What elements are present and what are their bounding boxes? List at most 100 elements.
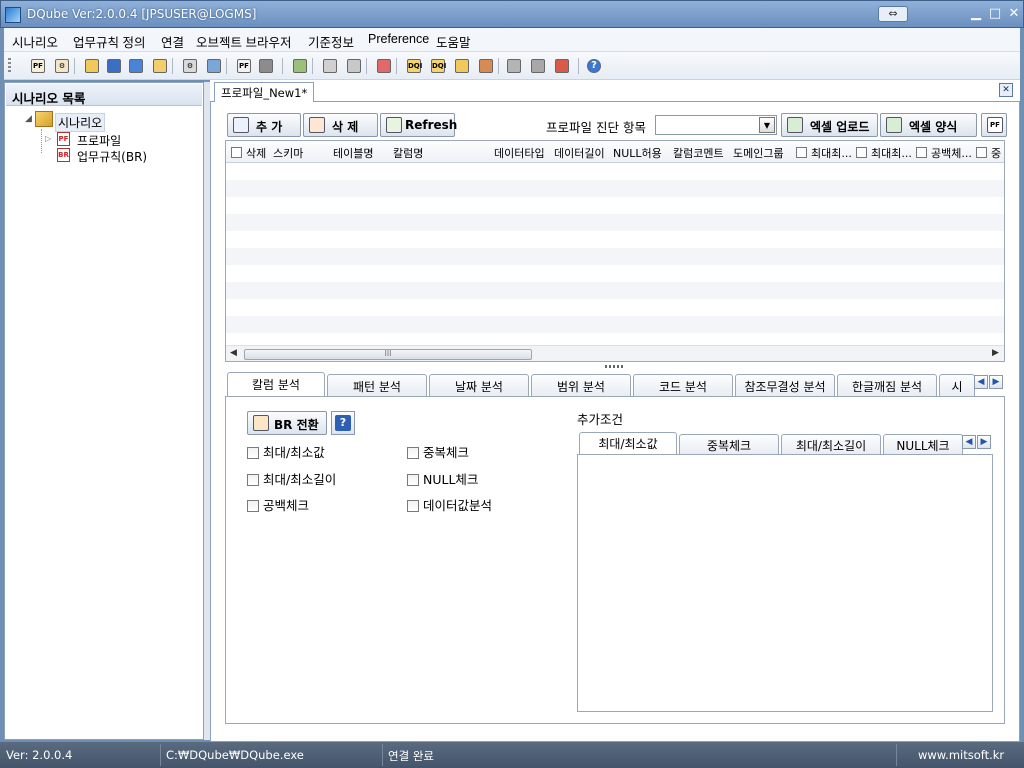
check-blank[interactable]: 공백체크: [247, 495, 309, 514]
close-tab-icon[interactable]: ✕: [999, 83, 1013, 97]
tab-more[interactable]: 시: [939, 374, 975, 396]
diagnosis-item-select[interactable]: ▼: [655, 115, 777, 135]
database-button[interactable]: [552, 56, 572, 76]
save-button[interactable]: [104, 56, 124, 76]
maxmin-length-checkbox[interactable]: [856, 147, 867, 158]
tab-date-analysis[interactable]: 날짜 분석: [429, 374, 529, 396]
gear-button[interactable]: ⚙: [180, 56, 200, 76]
grid-column-domain-group[interactable]: 도메인그룹: [733, 145, 784, 161]
tab-pattern-analysis[interactable]: 패턴 분석: [327, 374, 427, 396]
folder-button[interactable]: [150, 56, 170, 76]
link-disabled-button[interactable]: [320, 56, 340, 76]
delete-button[interactable]: 삭 제: [303, 113, 378, 137]
scroll-left-icon[interactable]: ◀: [230, 348, 237, 358]
maxmin-value-checkbox[interactable]: [796, 147, 807, 158]
window-button[interactable]: [452, 56, 472, 76]
grid-column-duplicate[interactable]: 중: [976, 145, 1001, 161]
blank-check-checkbox[interactable]: [916, 147, 927, 158]
document-tab-profile-new1[interactable]: 프로파일_New1*: [214, 82, 315, 102]
tab-hangul-broken[interactable]: 한글깨짐 분석: [837, 374, 937, 396]
maximize-button[interactable]: □: [986, 5, 1004, 23]
tab-scroll-right-icon[interactable]: ▶: [989, 375, 1003, 389]
chevron-down-icon[interactable]: ▼: [759, 117, 775, 133]
menu-object-browser[interactable]: 오브젝트 브라우저: [196, 32, 291, 51]
grid-button[interactable]: [256, 56, 276, 76]
profile-setting-button[interactable]: ⚙: [52, 56, 72, 76]
menu-connect[interactable]: 연결: [161, 32, 184, 51]
help-button[interactable]: ?: [331, 411, 355, 435]
hammer-button[interactable]: [528, 56, 548, 76]
tree-button[interactable]: [290, 56, 310, 76]
grid-column-table[interactable]: 테이블명: [333, 145, 373, 161]
menu-scenario[interactable]: 시나리오: [12, 32, 58, 51]
table-button[interactable]: [476, 56, 496, 76]
grid-column-blank-check[interactable]: 공백체...: [916, 145, 972, 161]
refresh-button[interactable]: Refresh: [380, 113, 457, 137]
tab-code-analysis[interactable]: 코드 분석: [633, 374, 733, 396]
grid-column-column[interactable]: 칼럼명: [393, 145, 423, 161]
tree-collapse-icon[interactable]: ▷: [45, 134, 51, 143]
restore-layout-button[interactable]: ⇔: [878, 6, 908, 22]
menu-help[interactable]: 도움말: [436, 32, 471, 51]
close-button[interactable]: ✕: [1005, 5, 1023, 23]
copy-button[interactable]: [126, 56, 146, 76]
check-null[interactable]: NULL체크: [407, 469, 478, 488]
help-button[interactable]: ?: [584, 56, 604, 76]
checkbox[interactable]: [407, 500, 419, 512]
checkbox[interactable]: [247, 500, 259, 512]
checkbox[interactable]: [407, 474, 419, 486]
subtab-scroll-right-icon[interactable]: ▶: [977, 435, 991, 449]
link-button[interactable]: [344, 56, 364, 76]
check-duplicate[interactable]: 중복체크: [407, 442, 469, 461]
grid-column-maxmin-length[interactable]: 최대최...: [856, 145, 912, 161]
check-value-analysis[interactable]: 데이터값분석: [407, 495, 492, 514]
pf-report-button[interactable]: PF: [234, 56, 254, 76]
grid-column-datatype[interactable]: 데이터타입: [494, 145, 545, 161]
excel-upload-button[interactable]: 엑셀 업로드: [781, 113, 878, 137]
tab-column-analysis[interactable]: 칼럼 분석: [227, 372, 325, 397]
tools-button[interactable]: [504, 56, 524, 76]
grid-column-maxmin-value[interactable]: 최대최...: [796, 145, 852, 161]
menu-reference-info[interactable]: 기준정보: [308, 32, 354, 51]
subtab-scroll-left-icon[interactable]: ◀: [962, 435, 976, 449]
dqi-folder-button[interactable]: DQI: [428, 56, 448, 76]
add-button[interactable]: 추 가: [227, 113, 301, 137]
tab-range-analysis[interactable]: 범위 분석: [531, 374, 631, 396]
monitor-button[interactable]: [204, 56, 224, 76]
subtab-null[interactable]: NULL체크: [883, 434, 963, 454]
subtab-duplicate[interactable]: 중복체크: [679, 434, 779, 454]
scroll-right-icon[interactable]: ▶: [992, 348, 999, 358]
scroll-thumb[interactable]: lll: [244, 349, 532, 360]
tab-referential-integrity[interactable]: 참조무결성 분석: [735, 374, 835, 396]
toolbar-grip[interactable]: [8, 58, 11, 74]
check-maxmin-length[interactable]: 최대/최소길이: [247, 469, 336, 488]
check-maxmin-value[interactable]: 최대/최소값: [247, 442, 325, 461]
pf-export-button[interactable]: PF: [981, 113, 1007, 137]
grid-column-nullable[interactable]: NULL허용: [613, 145, 662, 161]
tree-expand-icon[interactable]: ◢: [25, 114, 32, 124]
checkbox[interactable]: [247, 447, 259, 459]
tree-node-business-rule[interactable]: 업무규칙(BR): [77, 148, 147, 165]
dqi-button[interactable]: DQI: [404, 56, 424, 76]
user-lock-button[interactable]: [374, 56, 394, 76]
checkbox[interactable]: [247, 474, 259, 486]
select-all-checkbox[interactable]: [231, 147, 242, 158]
horizontal-splitter[interactable]: [225, 364, 1005, 370]
subtab-maxmin-value[interactable]: 최대/최소값: [579, 432, 677, 455]
br-convert-button[interactable]: BR 전환: [247, 411, 327, 435]
subtab-maxmin-length[interactable]: 최대/최소길이: [781, 434, 881, 454]
tree-node-scenario[interactable]: 시나리오: [55, 113, 106, 132]
excel-template-button[interactable]: 엑셀 양식: [880, 113, 977, 137]
grid-column-delete[interactable]: 삭제: [231, 145, 266, 161]
minimize-button[interactable]: ▁: [967, 5, 985, 23]
duplicate-checkbox[interactable]: [976, 147, 987, 158]
tab-scroll-left-icon[interactable]: ◀: [974, 375, 988, 389]
tree-node-profile[interactable]: 프로파일: [77, 132, 121, 149]
grid-column-comment[interactable]: 칼럼코멘트: [673, 145, 724, 161]
grid-column-datalength[interactable]: 데이터길이: [554, 145, 605, 161]
menu-business-rule[interactable]: 업무규칙 정의: [73, 32, 145, 51]
menu-preference[interactable]: Preference: [368, 32, 429, 46]
checkbox[interactable]: [407, 447, 419, 459]
profile-pf-button[interactable]: PF: [28, 56, 48, 76]
horizontal-scrollbar[interactable]: ◀ lll ▶: [226, 345, 1004, 361]
